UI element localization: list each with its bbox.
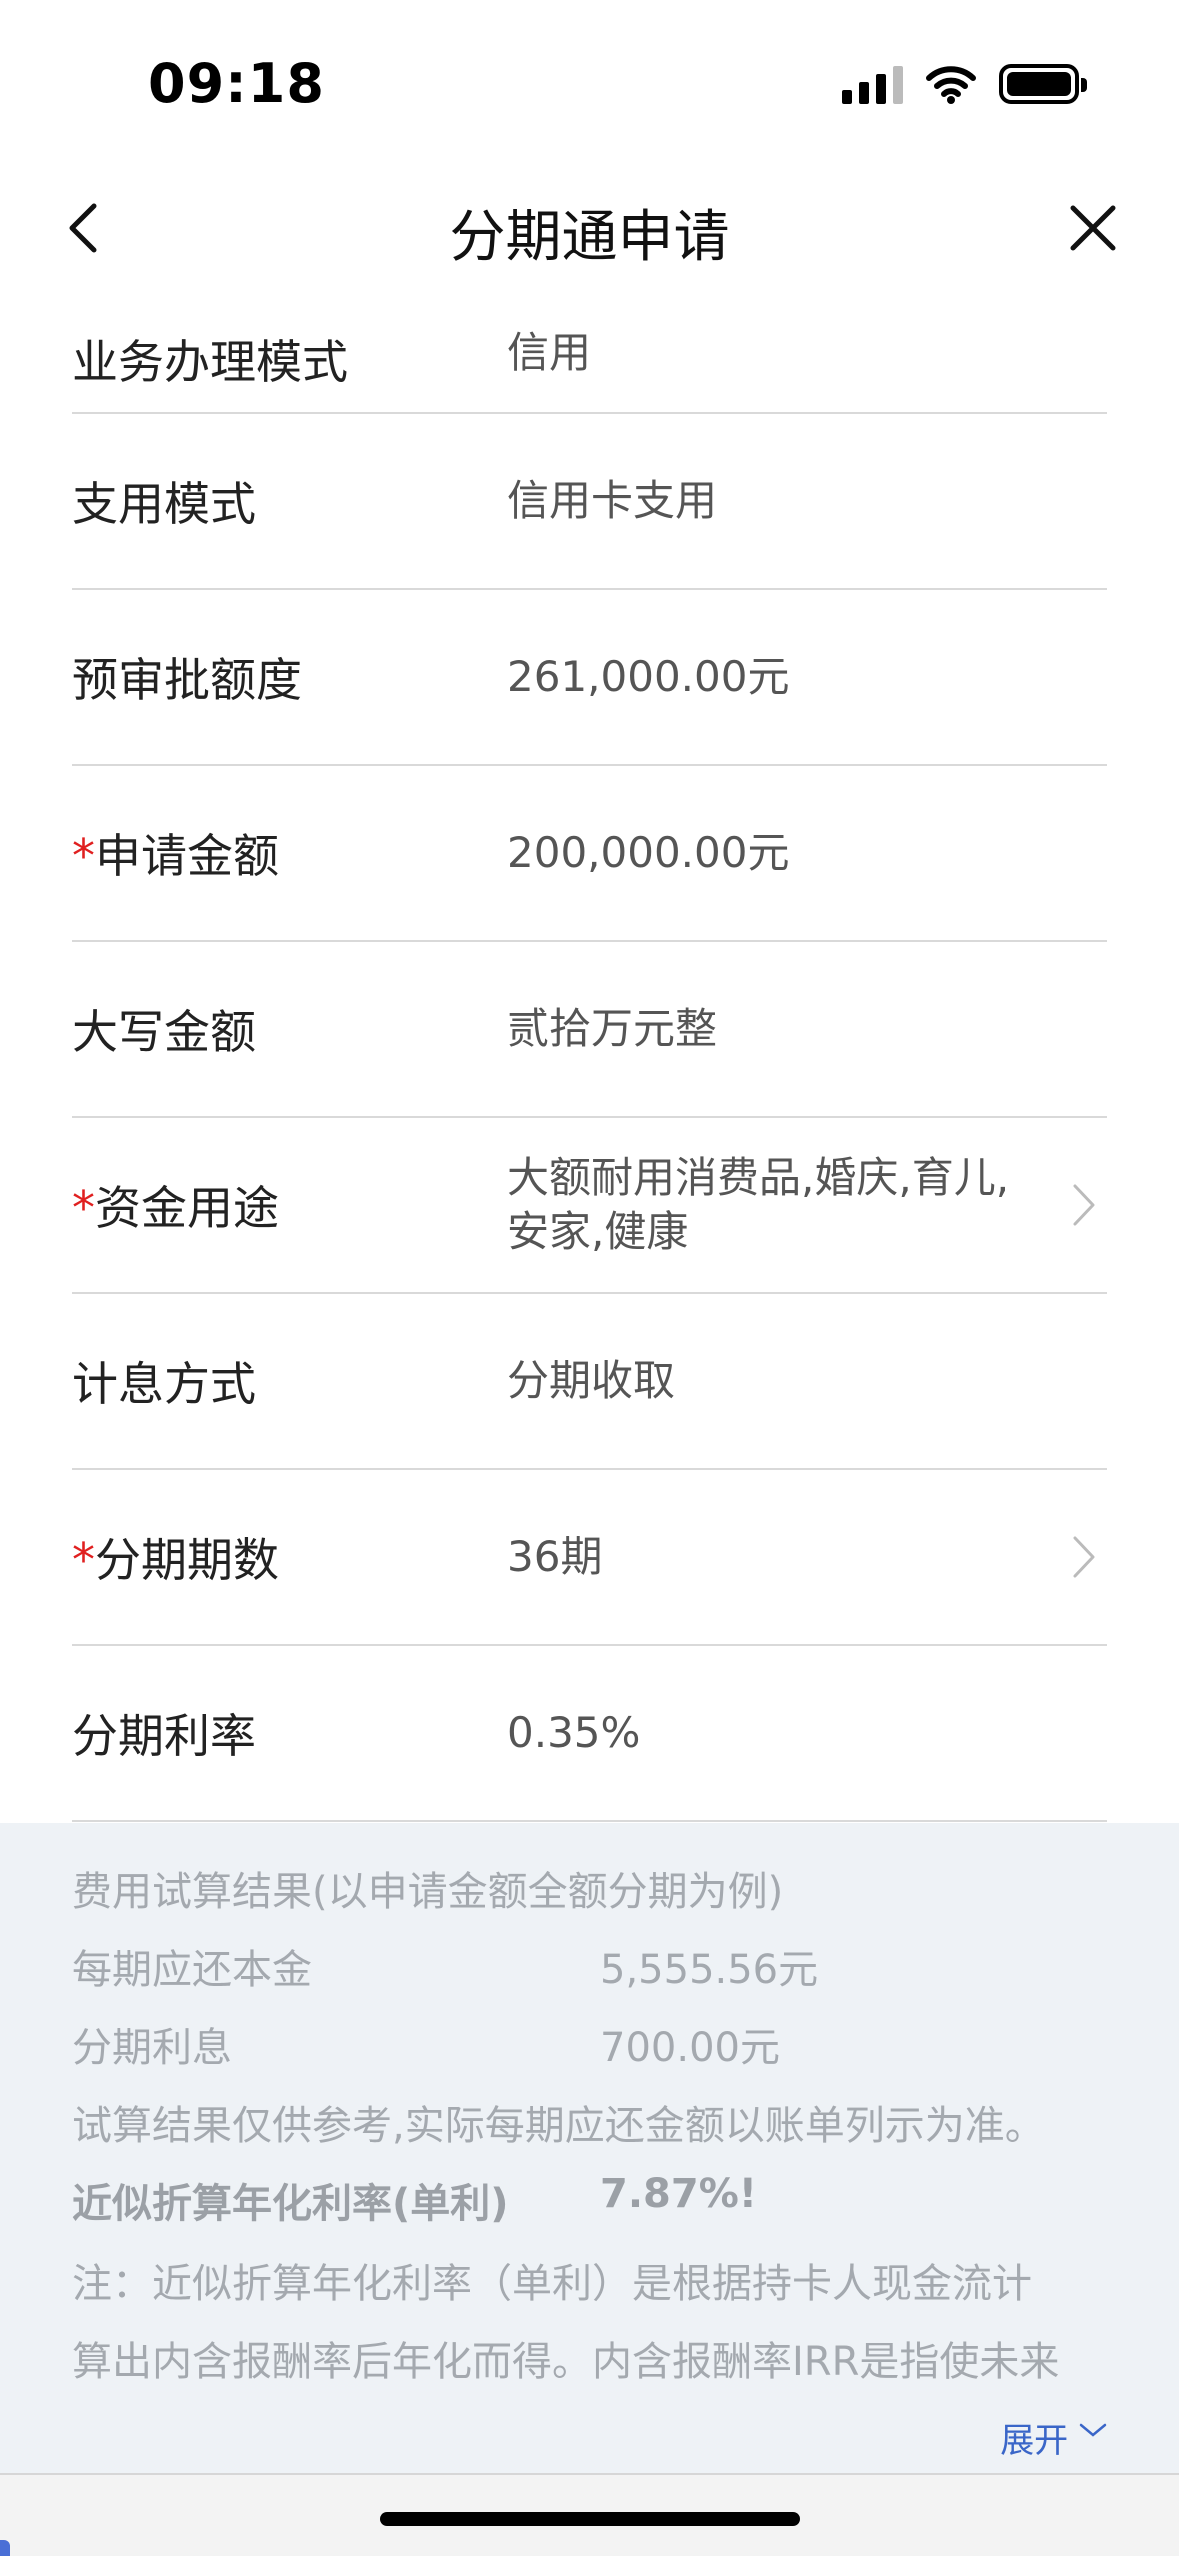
battery-icon [999,64,1087,104]
calc-note-line-2: 算出内含报酬率后年化而得。内含报酬率IRR是指使未来 [72,2339,1060,2385]
form-row-apply-amount[interactable]: *申请金额 200,000.00元 [72,766,1107,942]
apply-amount-field[interactable]: 200,000.00元 [507,826,1047,880]
field-value: 贰拾万元整 [507,1004,718,1053]
expand-label[interactable]: 展开 [1000,2421,1068,2461]
required-mark: * [72,829,95,883]
field-label: 业务办理模式 [72,335,348,389]
home-indicator[interactable] [380,2512,800,2526]
field-value: 261,000.00元 [507,652,790,701]
form-row-fund-usage[interactable]: *资金用途 大额耐用消费品,婚庆,育儿,安家,健康 [72,1118,1107,1294]
edge-marker [0,2540,10,2556]
status-time: 09:18 [148,52,325,115]
application-form: 业务办理模式 信用 支用模式 信用卡支用 预审批额度 261,000.00元 *… [72,280,1107,1822]
installment-periods-select[interactable]: 36期 [507,1530,1047,1584]
chevron-right-icon[interactable] [1069,1532,1099,1582]
field-label-text: 申请金额 [95,829,279,883]
calc-apr-label: 近似折算年化利率(单利) [72,2181,509,2227]
field-value: 0.35% [507,1708,641,1757]
field-label-text: 分期期数 [95,1533,279,1587]
field-label: 计息方式 [72,1357,256,1411]
status-bar: 09:18 [0,0,1179,150]
calc-principal-label: 每期应还本金 [72,1947,312,1993]
status-icons [842,64,1087,104]
form-row-installment-rate: 分期利率 0.35% [72,1646,1107,1822]
calc-title: 费用试算结果(以申请金额全额分期为例) [72,1869,784,1915]
field-label: 支用模式 [72,477,256,531]
signal-icon [842,64,903,104]
calc-principal-row: 每期应还本金 5,555.56元 [72,1937,818,1995]
required-mark: * [72,1181,95,1235]
field-label-text: 资金用途 [95,1181,279,1235]
field-label: *申请金额 [72,820,279,886]
form-row-installment-periods[interactable]: *分期期数 36期 [72,1470,1107,1646]
calc-interest-value: 700.00元 [600,2025,780,2071]
expand-link[interactable]: 展开 [1000,2413,1107,2462]
field-label: 分期利率 [72,1709,256,1763]
calc-principal-value: 5,555.56元 [600,1947,819,1993]
required-mark: * [72,1533,95,1587]
field-label: 预审批额度 [72,653,302,707]
wifi-icon [926,66,976,104]
close-icon[interactable] [1063,198,1123,258]
calc-disclaimer: 试算结果仅供参考,实际每期应还金额以账单列示为准。 [72,2103,1045,2149]
field-label: *分期期数 [72,1524,279,1590]
form-row-business-mode: 业务办理模式 信用 [72,280,1107,414]
calc-interest-row: 分期利息 700.00元 [72,2015,780,2073]
field-label: *资金用途 [72,1172,279,1238]
field-value: 分期收取 [507,1356,676,1405]
nav-bar: 分期通申请 [0,170,1179,290]
fund-usage-select[interactable]: 大额耐用消费品,婚庆,育儿,安家,健康 [507,1151,1047,1259]
calc-note-line-1: 注：近似折算年化利率（单利）是根据持卡人现金流计 [72,2261,1032,2307]
form-row-preapproved-limit: 预审批额度 261,000.00元 [72,590,1107,766]
calc-apr-value: 7.87%! [600,2171,758,2217]
chevron-right-icon[interactable] [1069,1180,1099,1230]
calc-interest-label: 分期利息 [72,2025,232,2071]
field-label: 大写金额 [72,1005,256,1059]
form-row-interest-method: 计息方式 分期收取 [72,1294,1107,1470]
page-title: 分期通申请 [449,205,730,270]
calc-apr-row: 近似折算年化利率(单利) 7.87%! [72,2171,757,2229]
fee-calculation-panel: 费用试算结果(以申请金额全额分期为例) 每期应还本金 5,555.56元 分期利… [0,1823,1179,2473]
chevron-down-icon[interactable] [1079,2423,1107,2439]
form-row-amount-in-words: 大写金额 贰拾万元整 [72,942,1107,1118]
form-row-usage-mode: 支用模式 信用卡支用 [72,414,1107,590]
field-value: 信用卡支用 [507,476,718,525]
field-value: 信用 [507,328,592,377]
